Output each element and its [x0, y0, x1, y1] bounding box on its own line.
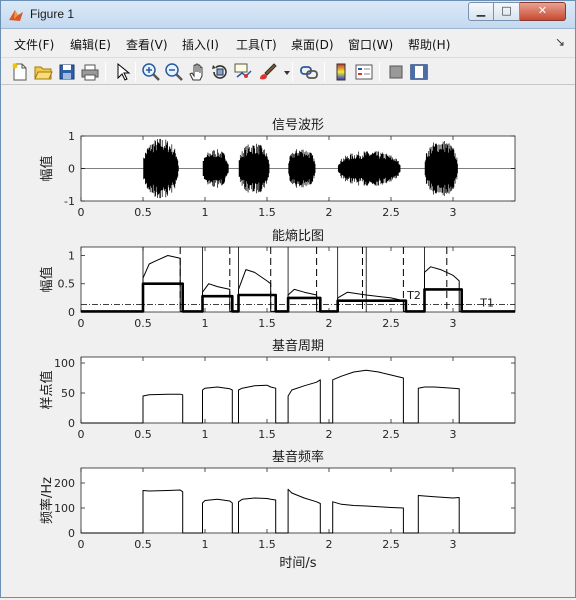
menu-tools[interactable]: 工具(T)	[236, 36, 277, 53]
open-folder-icon[interactable]	[33, 62, 53, 82]
print-icon[interactable]	[80, 62, 100, 82]
y-tick-label: 0	[68, 306, 75, 319]
toolbar-separator	[292, 62, 293, 82]
toolbar-separator	[379, 62, 380, 82]
x-tick-label: 0.5	[134, 538, 152, 551]
brush-icon[interactable]	[257, 62, 277, 82]
x-tick-label: 1	[202, 206, 209, 219]
y-axis-label: 样点值	[39, 370, 55, 409]
axes-title: 信号波形	[272, 118, 324, 133]
signal-segment	[424, 141, 458, 196]
x-tick-label: 2	[326, 206, 333, 219]
y-axis-label: 幅值	[39, 266, 55, 292]
y-axis-label: 频率/Hz	[39, 477, 55, 524]
hide-plot-tools-icon[interactable]	[386, 62, 406, 82]
y-tick-label: 0	[68, 527, 75, 540]
y-tick-label: 50	[61, 387, 75, 400]
x-tick-label: 2	[326, 538, 333, 551]
minimize-button[interactable]: ▁	[468, 2, 494, 21]
threshold-t2-label: T2	[406, 289, 421, 302]
y-tick-label: -1	[64, 195, 75, 208]
x-tick-label: 0	[78, 428, 85, 441]
data-cursor-icon[interactable]	[233, 62, 253, 82]
axes-title: 基音频率	[272, 449, 324, 465]
toolbar-separator	[324, 62, 325, 82]
x-tick-label: 1.5	[258, 538, 276, 551]
link-plot-icon[interactable]	[299, 62, 319, 82]
y-axis-label: 幅值	[39, 155, 55, 181]
axes-title: 能熵比图	[272, 228, 324, 244]
y-tick-label: 0	[68, 163, 75, 176]
menu-insert[interactable]: 插入(I)	[182, 36, 219, 53]
x-tick-label: 1	[202, 538, 209, 551]
axes-2	[80, 246, 516, 313]
show-plot-tools-icon[interactable]	[409, 62, 429, 82]
rotate-3d-icon[interactable]	[210, 62, 230, 82]
toolbar-separator	[105, 62, 106, 82]
toolbar-separator	[135, 62, 136, 82]
figure-plots: 信号波形幅值0 0.5 1 1.5 2 2.5 3-101能熵比图幅值0 0.5 1 1.5 2 2.…	[39, 118, 516, 571]
x-tick-label: 1.5	[258, 317, 276, 330]
figure-window: Figure 1 ▁ □ ✕ 文件(F) 编辑(E) 查看(V) 插入(I) 工…	[0, 0, 576, 598]
x-tick-label: 2	[326, 317, 333, 330]
x-tick-label: 1.5	[258, 206, 276, 219]
menu-desktop[interactable]: 桌面(D)	[291, 36, 334, 53]
menu-bar: 文件(F) 编辑(E) 查看(V) 插入(I) 工具(T) 桌面(D) 窗口(W…	[1, 30, 575, 56]
x-axis-label: 时间/s	[279, 556, 316, 571]
pan-hand-icon[interactable]	[187, 62, 207, 82]
y-tick-label: 1	[68, 130, 75, 143]
x-tick-label: 2.5	[382, 428, 400, 441]
y-tick-label: 0	[68, 417, 75, 430]
x-tick-label: 1.5	[258, 428, 276, 441]
y-tick-label: 100	[54, 357, 75, 370]
x-tick-label: 0	[78, 538, 85, 551]
x-tick-label: 0.5	[134, 206, 152, 219]
title-bar[interactable]: Figure 1 ▁ □ ✕	[1, 1, 575, 29]
menu-view[interactable]: 查看(V)	[126, 36, 168, 53]
axes-4	[80, 467, 516, 534]
menu-window[interactable]: 窗口(W)	[348, 36, 393, 53]
axes-3	[80, 356, 516, 424]
menu-edit[interactable]: 编辑(E)	[70, 36, 111, 53]
menu-dock-arrow-icon[interactable]: ↘	[555, 35, 565, 49]
y-tick-label: 100	[54, 502, 75, 515]
x-tick-label: 3	[450, 206, 457, 219]
toolbar	[1, 57, 575, 85]
zoom-out-icon[interactable]	[164, 62, 184, 82]
zoom-in-icon[interactable]	[141, 62, 161, 82]
new-figure-icon[interactable]	[10, 62, 30, 82]
menu-file[interactable]: 文件(F)	[14, 36, 54, 53]
y-tick-label: 0.5	[58, 278, 76, 291]
close-button[interactable]: ✕	[520, 2, 566, 21]
x-tick-label: 1	[202, 317, 209, 330]
y-tick-label: 200	[54, 477, 75, 490]
x-tick-label: 2.5	[382, 206, 400, 219]
save-icon[interactable]	[57, 62, 77, 82]
x-tick-label: 3	[450, 428, 457, 441]
x-tick-label: 0.5	[134, 317, 152, 330]
dropdown-arrow-icon[interactable]	[277, 62, 290, 82]
matlab-app-icon	[9, 10, 23, 21]
axes-title: 基音周期	[272, 338, 324, 354]
x-tick-label: 1	[202, 428, 209, 441]
threshold-t1-label: T1	[479, 297, 494, 310]
x-tick-label: 3	[450, 317, 457, 330]
x-tick-label: 0	[78, 206, 85, 219]
x-tick-label: 3	[450, 538, 457, 551]
x-tick-label: 0	[78, 317, 85, 330]
legend-icon[interactable]	[354, 62, 374, 82]
y-tick-label: 1	[68, 249, 75, 262]
x-tick-label: 2	[326, 428, 333, 441]
pointer-arrow-icon[interactable]	[112, 62, 132, 82]
window-title: Figure 1	[30, 7, 75, 21]
colorbar-icon[interactable]	[331, 62, 351, 82]
figure-canvas[interactable]: 信号波形 幅值 0 0.5 1 1.5 2 2.5 3 -1 0 1 能熵比图 幅值 0 0.5 1 1.5 2 2.…	[1, 86, 575, 597]
x-tick-label: 2.5	[382, 538, 400, 551]
menu-help[interactable]: 帮助(H)	[408, 36, 450, 53]
x-tick-label: 0.5	[134, 428, 152, 441]
maximize-button[interactable]: □	[494, 2, 520, 21]
x-tick-label: 2.5	[382, 317, 400, 330]
